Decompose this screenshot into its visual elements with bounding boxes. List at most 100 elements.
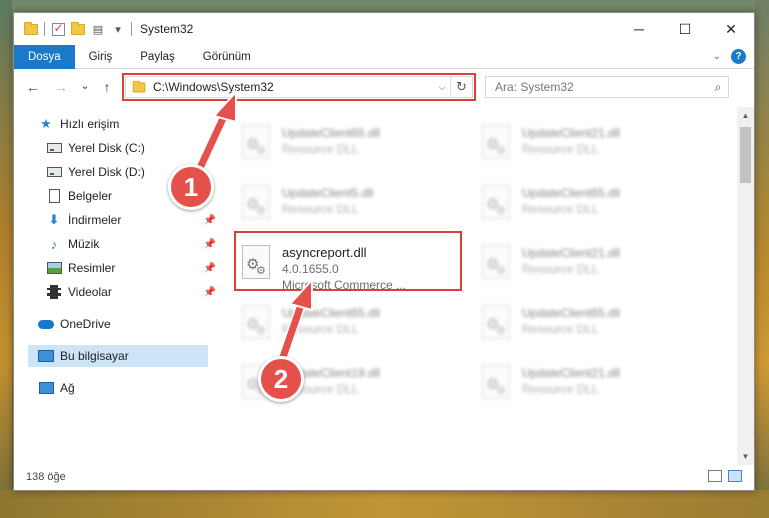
status-bar: 138 öğe [14,464,754,490]
music-icon: ♪ [50,236,58,252]
scroll-down-icon[interactable]: ▼ [737,448,754,465]
ribbon-controls: ⌄ ? [713,49,746,64]
sidebar-item-label: Yerel Disk (D:) [68,165,145,179]
properties-check-icon[interactable] [51,21,65,36]
maximize-button[interactable]: ☐ [662,13,708,45]
quick-access-toolbar: ▤ ▾ [14,21,132,36]
pin-icon: 📌 [203,214,216,226]
file-name: UpdateClient21.dll [522,366,621,380]
sidebar-item-documents[interactable]: Belgeler [46,185,112,207]
sidebar-item-label: OneDrive [60,317,111,331]
pictures-icon [46,260,62,276]
title-bar: ▤ ▾ System32 ─ ☐ ✕ [14,13,754,45]
file-item[interactable]: ⚙ ⚙ UpdateClient5.dll Resource DLL [234,181,454,231]
search-icon: ⌕ [714,79,722,94]
file-item-asyncreport[interactable]: ⚙ ⚙ asyncreport.dll 4.0.1655.0 Microsoft … [234,241,454,297]
forward-button[interactable]: → [50,76,72,98]
up-button[interactable]: ↑ [96,76,118,98]
item-count: 138 öğe [26,471,66,483]
window-title: System32 [140,22,194,36]
scroll-thumb[interactable] [740,127,751,183]
customize-dropdown-icon[interactable]: ▾ [111,22,125,36]
vertical-scrollbar[interactable]: ▲ ▼ [737,107,754,465]
step-1-badge: 1 [168,164,214,210]
file-name: UpdateClient21.dll [522,126,621,140]
sidebar-item-label: Resimler [68,261,116,275]
file-description: Resource DLL [522,322,599,336]
dll-file-icon: ⚙⚙ [240,185,274,225]
ribbon-tabs: Dosya Giriş Paylaş Görünüm ⌄ ? [14,44,754,69]
download-icon: ⬇ [48,212,60,227]
sidebar-item-label: Bu bilgisayar [60,349,129,363]
dll-file-icon: ⚙⚙ [480,305,514,345]
address-bar[interactable]: C:\Windows\System32 ⌵ ↻ [125,76,473,98]
sidebar-item-videos[interactable]: Videolar 📌 [46,281,216,303]
search-box[interactable]: Ara: System32 ⌕ [485,76,729,98]
sidebar-item-label: Ağ [60,381,75,395]
address-path[interactable]: C:\Windows\System32 [153,80,434,94]
file-item[interactable]: ⚙ ⚙ UpdateClient65.dll Resource DLL [234,121,454,171]
file-item[interactable]: ⚙ ⚙ UpdateClient65.dll Resource DLL [234,301,454,351]
sidebar-item-local-disk-c[interactable]: Yerel Disk (C:) 📌 [46,137,216,159]
sidebar-item-onedrive[interactable]: OneDrive [38,313,111,335]
pin-icon: 📌 [203,142,216,154]
dll-file-icon: ⚙⚙ [480,245,514,285]
navigation-pane: ★ Hızlı erişim Yerel Disk (C:) 📌 Yerel D… [14,107,216,465]
step-2-badge: 2 [258,356,304,402]
drive-icon [46,140,62,156]
file-name: UpdateClient5.dll [282,186,374,200]
search-input[interactable]: Ara: System32 [495,80,708,94]
refresh-icon[interactable]: ↻ [450,77,472,97]
sidebar-item-this-pc[interactable]: Bu bilgisayar [28,345,208,367]
file-description: Resource DLL [522,382,599,396]
file-name: UpdateClient21.dll [522,246,621,260]
help-icon[interactable]: ? [731,49,746,64]
videos-icon [46,284,62,300]
file-name: UpdateClient65.dll [282,306,381,320]
dll-file-icon: ⚙⚙ [240,305,274,345]
window-controls: ─ ☐ ✕ [616,13,754,45]
sidebar-item-label: İndirmeler [68,213,122,227]
sidebar-item-quick-access[interactable]: ★ Hızlı erişim [38,113,119,135]
tab-share[interactable]: Paylaş [126,45,189,69]
dll-file-icon: ⚙⚙ [480,365,514,405]
file-list: ⚙ ⚙ UpdateClient65.dll Resource DLL ⚙ ⚙ Upd… [234,107,724,465]
file-item[interactable]: ⚙ ⚙ UpdateClient65.dll Resource DLL [474,181,694,231]
back-button[interactable]: ← [22,76,44,98]
details-view-icon[interactable] [708,470,722,482]
documents-icon [46,188,62,204]
sidebar-item-music[interactable]: ♪ Müzik 📌 [46,233,216,255]
file-description: Resource DLL [282,322,359,336]
file-version: 4.0.1655.0 [282,262,339,276]
pin-icon: 📌 [203,262,216,274]
tiles-view-icon[interactable] [728,470,742,482]
scroll-up-icon[interactable]: ▲ [737,107,754,124]
sidebar-item-pictures[interactable]: Resimler 📌 [46,257,216,279]
sidebar-item-local-disk-d[interactable]: Yerel Disk (D:) [46,161,145,183]
file-item[interactable]: ⚙ ⚙ UpdateClient65.dll Resource DLL [474,301,694,351]
dll-file-icon: ⚙⚙ [480,185,514,225]
customize-toolbar-icon[interactable]: ▤ [91,22,105,36]
file-name: asyncreport.dll [282,245,367,260]
sidebar-item-label: Müzik [68,237,100,251]
sidebar-item-network[interactable]: Ağ [38,377,75,399]
file-description: Resource DLL [282,202,359,216]
file-item[interactable]: ⚙ ⚙ UpdateClient21.dll Resource DLL [474,361,694,411]
navigation-bar: ← → ⌄ ↑ C:\Windows\System32 ⌵ ↻ Ara: Sys… [14,70,754,104]
recent-locations-button[interactable]: ⌄ [74,74,96,96]
sidebar-item-downloads[interactable]: ⬇ İndirmeler 📌 [46,209,216,231]
close-button[interactable]: ✕ [708,13,754,45]
address-dropdown-icon[interactable]: ⌵ [434,82,450,93]
folder-icon [126,80,146,93]
file-item[interactable]: ⚙ ⚙ UpdateClient21.dll Resource DLL [474,121,694,171]
tab-home[interactable]: Giriş [75,45,127,69]
tab-view[interactable]: Görünüm [189,45,265,69]
sidebar-item-label: Hızlı erişim [60,117,120,131]
dll-file-icon: ⚙⚙ [240,245,274,285]
network-icon [38,380,54,396]
file-item[interactable]: ⚙ ⚙ UpdateClient21.dll Resource DLL [474,241,694,291]
minimize-button[interactable]: ─ [616,13,662,45]
new-folder-icon[interactable] [71,21,85,36]
expand-ribbon-chevron-icon[interactable]: ⌄ [713,51,721,62]
tab-file[interactable]: Dosya [14,44,75,69]
